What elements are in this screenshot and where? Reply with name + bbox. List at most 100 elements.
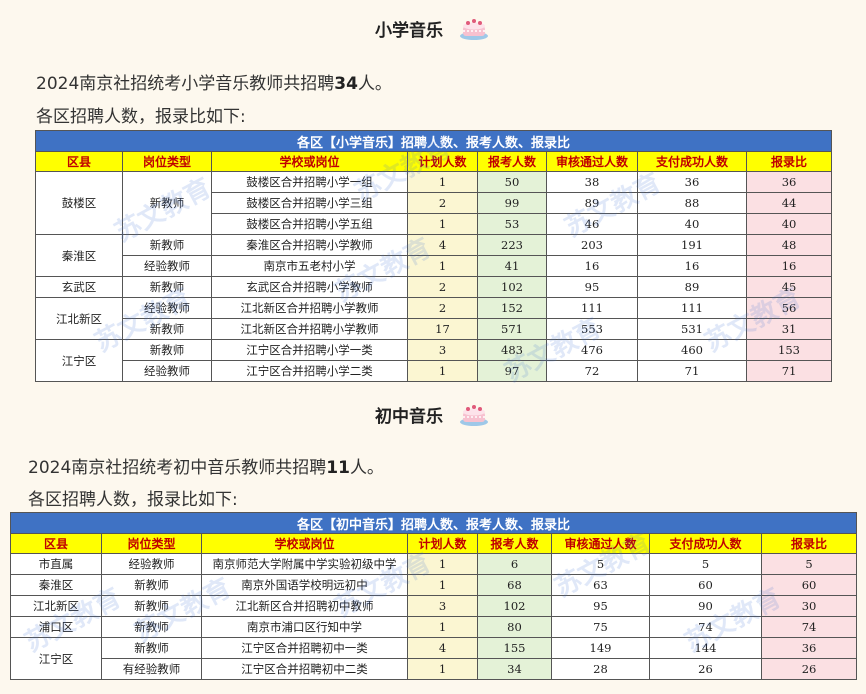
cell-passed: 149 [551, 637, 650, 659]
cell-paid: 26 [649, 658, 762, 680]
heading-title: 初中音乐 [375, 406, 444, 427]
cell-school: 鼓楼区合并招聘小学五组 [211, 213, 408, 235]
cell-paid: 90 [649, 595, 762, 617]
cell-ratio: 44 [745, 192, 833, 214]
cell-district: 秦淮区 [10, 574, 102, 596]
cell-apply: 152 [477, 297, 547, 319]
cell-ratio: 153 [745, 339, 833, 361]
cell-paid: 460 [637, 339, 747, 361]
intro-sub-primary: 各区招聘人数，报录比如下: [36, 107, 246, 127]
column-header: 报考人数 [477, 533, 552, 554]
column-header: 区县 [35, 151, 123, 172]
intro-suffix: 人。 [349, 458, 384, 478]
cell-type: 经验教师 [101, 553, 202, 575]
cell-apply: 97 [477, 360, 547, 382]
cell-ratio: 45 [745, 276, 833, 298]
cell-plan: 1 [407, 213, 478, 235]
intro-count: 11 [326, 458, 350, 478]
cell-paid: 531 [637, 318, 747, 340]
cell-paid: 74 [649, 616, 762, 638]
cell-school: 鼓楼区合并招聘小学三组 [211, 192, 408, 214]
cell-paid: 111 [637, 297, 747, 319]
cell-school: 江宁区合并招聘初中二类 [201, 658, 408, 680]
cell-paid: 191 [637, 234, 747, 256]
table-row: 江宁区 新教师 江宁区合并招聘初中一类 4 155 149 144 36 [10, 637, 858, 680]
cell-paid: 60 [649, 574, 762, 596]
intro-middle: 2024南京社招统考初中音乐教师共招聘11人。 [28, 453, 384, 478]
column-header: 支付成功人数 [649, 533, 762, 554]
cell-plan: 2 [407, 297, 478, 319]
table-row: 经验教师 江宁区合并招聘小学二类 1 97 72 71 71 [36, 360, 833, 382]
cell-ratio: 40 [745, 213, 833, 235]
column-header: 支付成功人数 [637, 151, 747, 172]
cake-icon [457, 400, 491, 428]
cell-apply: 34 [477, 658, 552, 680]
column-header: 报录比 [745, 151, 833, 172]
cake-icon [457, 14, 491, 42]
cell-school: 江宁区合并招聘小学一类 [211, 339, 408, 361]
table-row: 鼓楼区 新教师 鼓楼区合并招聘小学一组 1 50 38 36 36 [35, 171, 833, 235]
cell-apply: 80 [477, 616, 552, 638]
table-row: 新教师 江北新区合并招聘小学教师 17 571 553 531 31 [36, 318, 833, 340]
cell-plan: 1 [407, 360, 478, 382]
cell-district: 江宁区 [10, 637, 102, 680]
cell-apply: 6 [477, 553, 552, 575]
cell-plan: 3 [407, 339, 478, 361]
cell-paid: 36 [637, 171, 747, 193]
cell-type: 新教师 [122, 318, 212, 340]
table-row: 秦淮区 新教师 秦淮区合并招聘小学教师 4 223 203 191 48 [35, 234, 833, 277]
column-header: 岗位类型 [122, 151, 212, 172]
cell-paid: 88 [637, 192, 747, 214]
cell-passed: 5 [551, 553, 650, 575]
cell-type: 新教师 [101, 616, 202, 638]
cell-apply: 102 [477, 595, 552, 617]
table-row: 秦淮区 新教师 南京外国语学校明远初中 1 68 63 60 60 [10, 574, 858, 596]
cell-ratio: 30 [760, 595, 858, 617]
cell-district: 浦口区 [10, 616, 102, 638]
cell-passed: 46 [546, 213, 638, 235]
table-row: 江北新区 经验教师 江北新区合并招聘小学教师 2 152 111 111 56 [35, 297, 833, 340]
cell-ratio: 74 [760, 616, 858, 638]
cell-district: 江宁区 [35, 339, 123, 382]
cell-passed: 203 [546, 234, 638, 256]
heading-title: 小学音乐 [375, 20, 444, 41]
cell-type: 经验教师 [122, 360, 212, 382]
cell-district: 江北新区 [10, 595, 102, 617]
cell-school: 江北新区合并招聘初中教师 [201, 595, 408, 617]
intro-suffix: 人。 [357, 74, 392, 94]
table-row: 浦口区 新教师 南京市浦口区行知中学 1 80 75 74 74 [10, 616, 858, 638]
cell-passed: 75 [551, 616, 650, 638]
cell-passed: 38 [546, 171, 638, 193]
cell-district: 玄武区 [35, 276, 123, 298]
cell-type: 新教师 [122, 234, 212, 256]
section-heading-middle: 初中音乐 [0, 400, 866, 428]
column-header: 学校或岗位 [201, 533, 408, 554]
primary-music-table: 各区【小学音乐】招聘人数、报考人数、报录比 区县 岗位类型 学校或岗位 计划人数 报考人… [34, 130, 833, 382]
cell-passed: 63 [551, 574, 650, 596]
cell-apply: 223 [477, 234, 547, 256]
cell-school: 江北新区合并招聘小学教师 [211, 318, 408, 340]
column-header: 报录比 [760, 533, 858, 554]
cell-passed: 476 [546, 339, 638, 361]
cell-plan: 4 [407, 637, 478, 659]
cell-plan: 1 [407, 171, 478, 193]
column-header: 区县 [10, 533, 102, 554]
table-row: 江北新区 新教师 江北新区合并招聘初中教师 3 102 95 90 30 [10, 595, 858, 617]
cell-passed: 72 [546, 360, 638, 382]
cell-school: 秦淮区合并招聘小学教师 [211, 234, 408, 256]
cell-school: 南京师范大学附属中学实验初级中学 [201, 553, 408, 575]
table-row: 江宁区 新教师 江宁区合并招聘小学一类 3 483 476 460 153 [35, 339, 833, 382]
intro-text: 2024南京社招统考初中音乐教师共招聘 [28, 458, 327, 478]
cell-plan: 1 [407, 574, 478, 596]
cell-school: 南京外国语学校明远初中 [201, 574, 408, 596]
column-header: 报考人数 [477, 151, 547, 172]
cell-district: 市直属 [10, 553, 102, 575]
cell-passed: 95 [551, 595, 650, 617]
intro-text: 2024南京社招统考小学音乐教师共招聘 [36, 74, 335, 94]
cell-passed: 28 [551, 658, 650, 680]
column-header: 学校或岗位 [211, 151, 408, 172]
cell-ratio: 48 [745, 234, 833, 256]
table-caption: 各区【小学音乐】招聘人数、报考人数、报录比 [34, 130, 833, 152]
cell-apply: 68 [477, 574, 552, 596]
cell-ratio: 16 [745, 255, 833, 277]
